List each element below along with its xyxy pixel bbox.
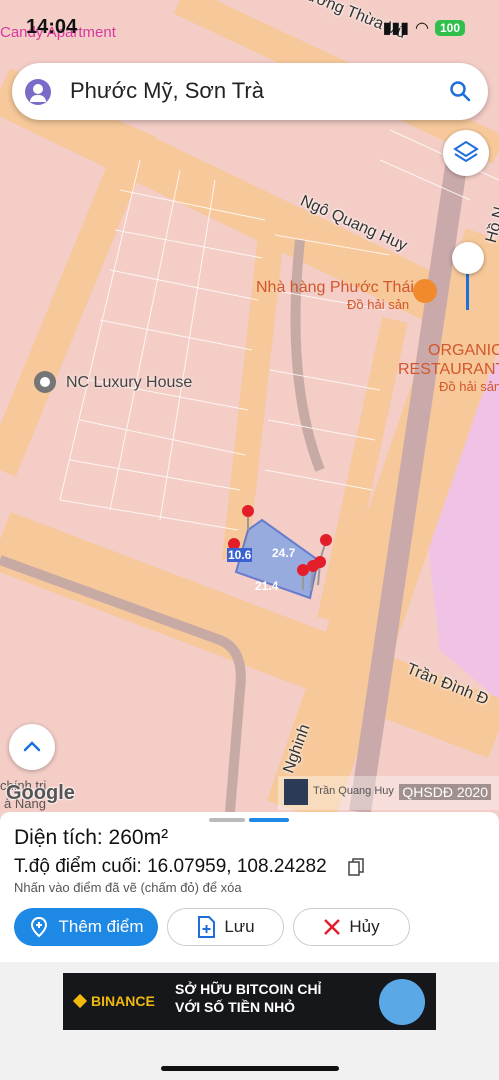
panel-handle-active[interactable] (249, 818, 289, 822)
ad-banner[interactable]: BINANCE SỞ HỮU BITCOIN CHỈ VỚI SỐ TIỀN N… (63, 973, 436, 1030)
status-bar: Candy Apartment 14:04 ▮▮▮ ◠ 100 (0, 16, 499, 46)
add-point-button[interactable]: Thêm điểm (14, 908, 158, 946)
layers-icon (453, 140, 479, 163)
add-file-icon (198, 916, 216, 938)
battery-icon: 100 (434, 20, 465, 36)
map-attribution: Trần Quang Huy QHSDĐ 2020 (278, 776, 499, 810)
poi-name[interactable]: Nhà hàng Phước Thái (256, 279, 414, 297)
measure-label: 10.6 (227, 548, 253, 562)
ad-subheadline: VỚI SỐ TIỀN NHỎ (175, 999, 296, 1015)
expand-button[interactable] (9, 724, 55, 770)
coordinate-label: T.độ điểm cuối: 16.07959, 108.24282 (14, 856, 327, 877)
avatar[interactable] (25, 79, 51, 105)
add-point-label: Thêm điểm (58, 917, 144, 936)
map-view[interactable]: Vương Thừa Vũ Ngô Quang Huy Trần Đình Đ … (0, 0, 499, 812)
area-label: Diện tích: 260m² (14, 826, 169, 849)
search-bar[interactable]: Phước Mỹ, Sơn Trà (12, 63, 488, 120)
ad-image (379, 979, 425, 1025)
binance-icon (72, 993, 88, 1009)
layers-button[interactable] (443, 130, 489, 176)
poi-category: Đồ hải sản (439, 379, 499, 394)
ad-logo: BINANCE (72, 993, 155, 1009)
clock: 14:04 (26, 16, 78, 38)
measure-label: 21.4 (255, 579, 279, 593)
author-name: Trần Quang Huy (313, 785, 394, 797)
ad-container: BINANCE SỞ HỮU BITCOIN CHỈ VỚI SỐ TIỀN N… (0, 962, 499, 1080)
map-canvas (0, 0, 499, 812)
panel-handle[interactable] (209, 818, 245, 822)
author-photo (284, 779, 308, 805)
chevron-up-icon (23, 741, 41, 752)
search-input[interactable]: Phước Mỹ, Sơn Trà (70, 78, 264, 104)
ad-headline: SỞ HỮU BITCOIN CHỈ (175, 981, 322, 997)
status-icons: ▮▮▮ ◠ 100 (383, 18, 465, 38)
save-label: Lưu (224, 917, 255, 936)
add-location-icon (31, 916, 48, 938)
ad-brand: BINANCE (91, 993, 155, 1009)
signal-icon: ▮▮▮ (382, 20, 409, 37)
home-indicator[interactable] (161, 1066, 339, 1071)
cancel-label: Hủy (349, 917, 380, 936)
poi-name[interactable]: NC Luxury House (66, 374, 192, 392)
measure-label: 24.7 (272, 546, 296, 560)
save-button[interactable]: Lưu (167, 908, 284, 946)
copy-icon[interactable] (348, 858, 364, 876)
wifi-icon: ◠ (415, 20, 429, 37)
opacity-slider-knob[interactable] (452, 242, 484, 274)
poi-name[interactable]: ORGANIC (428, 342, 499, 360)
poi-name[interactable]: RESTAURANT (398, 361, 499, 379)
poi-category: Đồ hải sản (347, 297, 410, 312)
close-icon (324, 919, 341, 935)
hint-text: Nhấn vào điểm đã vẽ (chấm đỏ) để xóa (14, 880, 242, 895)
measure-panel: Diện tích: 260m² T.độ điểm cuối: 16.0795… (0, 812, 499, 962)
cancel-button[interactable]: Hủy (293, 908, 410, 946)
map-layer-tag: QHSDĐ 2020 (399, 784, 491, 800)
google-logo: Google (6, 782, 75, 804)
search-icon[interactable] (448, 79, 472, 103)
